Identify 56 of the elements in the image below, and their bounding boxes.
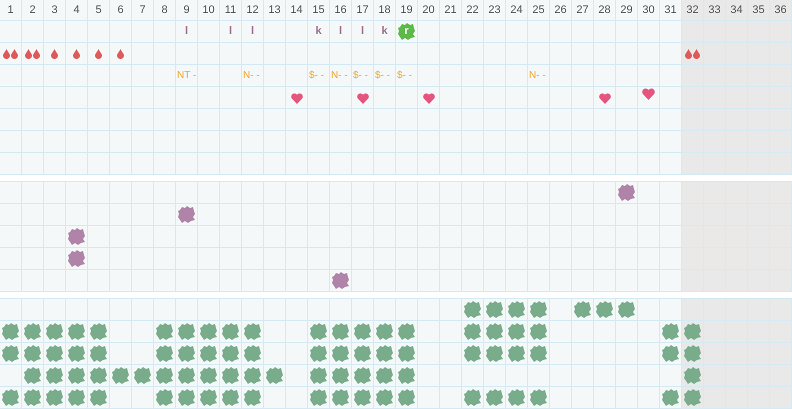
column-header: 3 [44, 0, 66, 21]
column-header: 13 [264, 0, 286, 21]
letter-mark: l [184, 26, 188, 37]
column-header: 26 [550, 0, 572, 21]
note-label: $- - [309, 70, 324, 80]
column-header: 32 [682, 0, 704, 21]
drop-icon [51, 48, 58, 58]
column-header: 14 [286, 0, 308, 21]
letter-mark: k [381, 26, 388, 37]
column-header: 35 [748, 0, 770, 21]
letter-mark: r [404, 26, 409, 37]
column-header: 7 [132, 0, 154, 21]
column-header: 4 [66, 0, 88, 21]
note-label: N- - [529, 70, 546, 80]
column-header: 21 [440, 0, 462, 21]
drop-icon [117, 48, 124, 58]
letter-mark: l [250, 26, 254, 37]
column-header: 5 [88, 0, 110, 21]
column-header: 31 [660, 0, 682, 21]
column-header: 11 [220, 0, 242, 21]
column-header: 25 [528, 0, 550, 21]
column-header: 16 [330, 0, 352, 21]
column-header: 29 [616, 0, 638, 21]
column-header: 30 [638, 0, 660, 21]
column-header: 15 [308, 0, 330, 21]
column-header: 24 [506, 0, 528, 21]
note-label: $- - [375, 70, 390, 80]
column-header: 9 [176, 0, 198, 21]
note-label: $- - [397, 70, 412, 80]
column-header: 20 [418, 0, 440, 21]
letter-mark: l [338, 26, 342, 37]
letter-mark: l [360, 26, 364, 37]
note-label: $- - [353, 70, 368, 80]
column-header: 23 [484, 0, 506, 21]
letter-mark: k [315, 26, 322, 37]
column-header: 2 [22, 0, 44, 21]
column-header: 28 [594, 0, 616, 21]
column-header: 22 [462, 0, 484, 21]
column-header: 18 [374, 0, 396, 21]
column-header: 17 [352, 0, 374, 21]
letter-mark: l [228, 26, 232, 37]
column-header: 12 [242, 0, 264, 21]
note-label: N- - [243, 70, 260, 80]
column-header: 6 [110, 0, 132, 21]
column-header: 19 [396, 0, 418, 21]
column-header: 36 [770, 0, 792, 21]
column-header: 34 [726, 0, 748, 21]
column-header: 8 [154, 0, 176, 21]
drop-icon [95, 48, 102, 58]
note-label: N- - [331, 70, 348, 80]
column-header: 10 [198, 0, 220, 21]
note-label: NT - [177, 70, 196, 80]
column-header: 33 [704, 0, 726, 21]
column-header: 27 [572, 0, 594, 21]
column-header: 1 [0, 0, 22, 21]
drop-icon [73, 48, 80, 58]
